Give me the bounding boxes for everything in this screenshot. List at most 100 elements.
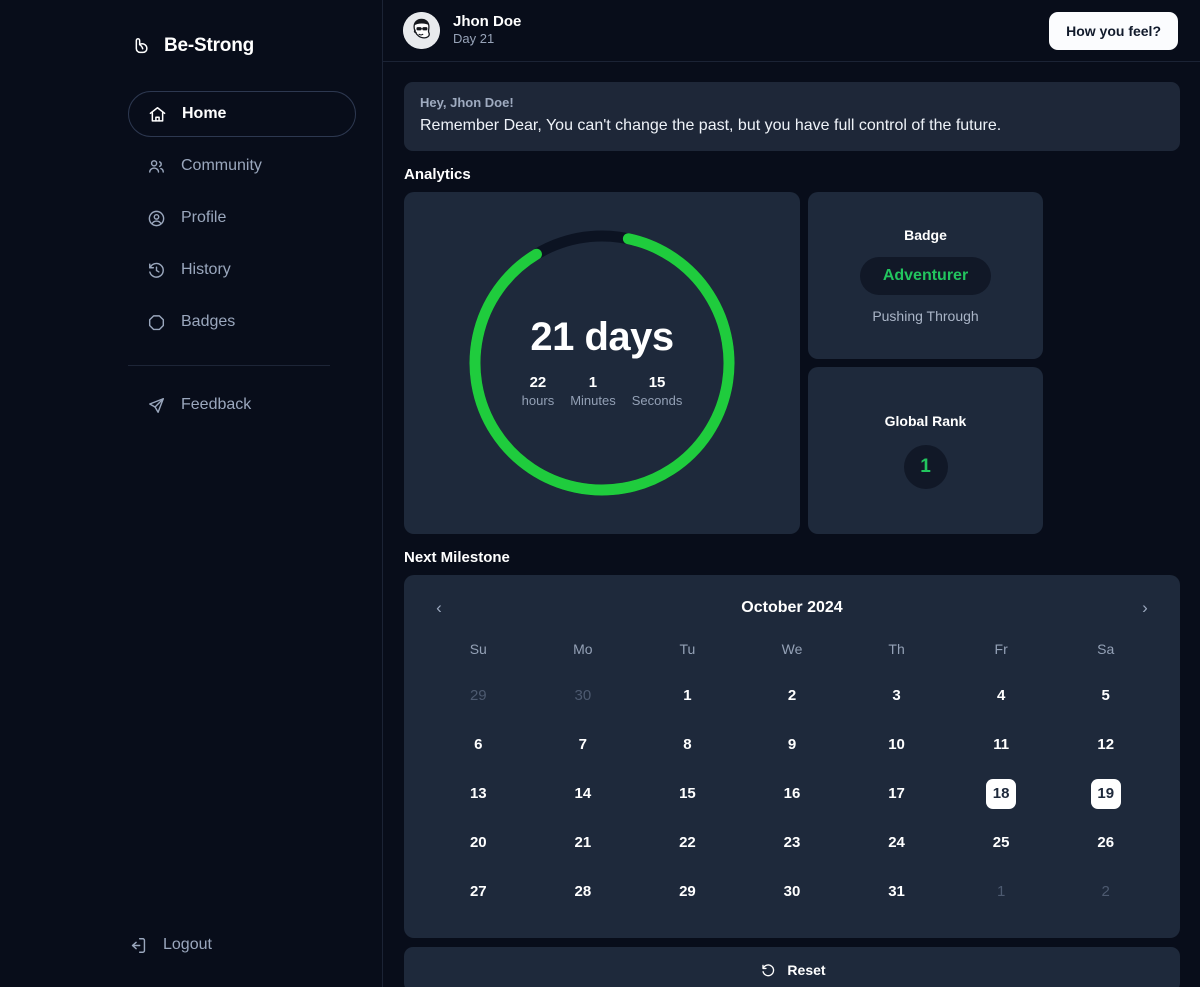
calendar-day[interactable]: 15: [635, 769, 740, 818]
progress-ring: 21 days 22 hours 1 Minutes 15 Seconds: [462, 223, 742, 503]
counter-label: Minutes: [570, 393, 616, 409]
sidebar-item-profile[interactable]: Profile: [128, 195, 356, 241]
calendar-day-label: 16: [783, 785, 801, 802]
calendar-day[interactable]: 26: [1053, 818, 1158, 867]
sidebar-item-home[interactable]: Home: [128, 91, 356, 137]
calendar-day-label: 1: [683, 687, 692, 704]
counter-label: Seconds: [631, 393, 683, 409]
chevron-right-icon[interactable]: ›: [1132, 595, 1158, 621]
chevron-left-icon[interactable]: ‹: [426, 595, 452, 621]
rank-title: Global Rank: [884, 412, 967, 429]
top-bar: Jhon Doe Day 21 How you feel?: [383, 0, 1200, 62]
calendar-day[interactable]: 22: [635, 818, 740, 867]
calendar-day[interactable]: 7: [531, 720, 636, 769]
sidebar-item-history[interactable]: History: [128, 247, 356, 293]
home-icon: [147, 104, 167, 124]
calendar-day[interactable]: 6: [426, 720, 531, 769]
sidebar-item-badges[interactable]: Badges: [128, 299, 356, 345]
calendar-day-label: 2: [1101, 883, 1110, 900]
calendar-day[interactable]: 14: [531, 769, 636, 818]
calendar-day[interactable]: 17: [844, 769, 949, 818]
calendar-day[interactable]: 2: [740, 671, 845, 720]
calendar-days-grid: 29 30 1 2 3 4 5 6 7 8 9 10 11 12 13 14 15 16 17 18 19 20 21 22 2…: [426, 671, 1158, 916]
calendar-day[interactable]: 28: [531, 867, 636, 916]
calendar-day-label: 31: [888, 883, 905, 900]
calendar-day-label: 7: [578, 736, 588, 753]
user-summary[interactable]: Jhon Doe Day 21: [403, 12, 521, 49]
calendar-day-label: 9: [787, 736, 797, 753]
sidebar-item-community[interactable]: Community: [128, 143, 356, 189]
analytics-row: 21 days 22 hours 1 Minutes 15 Seconds Ba…: [404, 192, 1180, 534]
calendar-card: ‹ October 2024 › Su Mo Tu We Th Fr Sa 29 30 1 2 3 4…: [404, 575, 1180, 938]
counter-hours: 22 hours: [522, 374, 555, 410]
user-avatar-sunglasses: [403, 12, 440, 49]
sidebar: Be-Strong Home Community Profile History…: [0, 0, 383, 987]
streak-ring-card: 21 days 22 hours 1 Minutes 15 Seconds: [404, 192, 800, 534]
countdown-counters: 22 hours 1 Minutes 15 Seconds: [522, 374, 683, 410]
streak-days: 21 days: [530, 315, 674, 360]
calendar-day-label: 12: [1097, 736, 1115, 753]
calendar-day-label: 19: [1090, 778, 1121, 809]
calendar-day[interactable]: 29: [426, 671, 531, 720]
calendar-day[interactable]: 31: [844, 867, 949, 916]
calendar-day[interactable]: 9: [740, 720, 845, 769]
calendar-day-label: 18: [986, 778, 1017, 809]
calendar-day[interactable]: 11: [949, 720, 1054, 769]
calendar-day[interactable]: 16: [740, 769, 845, 818]
calendar-day[interactable]: 29: [635, 867, 740, 916]
calendar-day-label: 21: [574, 834, 592, 851]
calendar-weekday-row: Su Mo Tu We Th Fr Sa: [426, 629, 1158, 671]
calendar-weekday: We: [781, 641, 803, 657]
sidebar-item-feedback[interactable]: Feedback: [128, 382, 356, 428]
calendar-weekday: Su: [469, 641, 487, 657]
badge-title: Badge: [904, 227, 947, 243]
calendar-day[interactable]: 8: [635, 720, 740, 769]
sidebar-item-label: Home: [182, 105, 227, 122]
content-area: Hey, Jhon Doe! Remember Dear, You can't …: [383, 62, 1200, 987]
user-circle-icon: [146, 208, 166, 228]
calendar-day-label: 20: [469, 834, 487, 851]
analytics-title: Analytics: [404, 166, 471, 183]
calendar-day[interactable]: 30: [531, 671, 636, 720]
calendar-day[interactable]: 21: [531, 818, 636, 867]
how-you-feel-button[interactable]: How you feel?: [1049, 11, 1178, 50]
calendar-day[interactable]: 27: [426, 867, 531, 916]
counter-minutes: 1 Minutes: [570, 374, 616, 410]
calendar-day-selected[interactable]: 18: [949, 769, 1054, 818]
calendar-day[interactable]: 2: [1053, 867, 1158, 916]
calendar-day[interactable]: 20: [426, 818, 531, 867]
calendar-day-label: 24: [888, 834, 905, 851]
sidebar-item-label: Badges: [181, 313, 236, 330]
logout-button[interactable]: Logout: [128, 927, 230, 963]
calendar-day[interactable]: 30: [740, 867, 845, 916]
ring-center-content: 21 days 22 hours 1 Minutes 15 Seconds: [462, 223, 742, 503]
calendar-day[interactable]: 23: [740, 818, 845, 867]
calendar-day-label: 23: [783, 834, 801, 851]
calendar-day-label: 4: [996, 687, 1006, 704]
calendar-day-selected[interactable]: 19: [1053, 769, 1158, 818]
sidebar-item-label: Feedback: [181, 396, 252, 413]
analytics-side-column: Badge Adventurer Pushing Through Global …: [808, 192, 1043, 534]
calendar-day[interactable]: 10: [844, 720, 949, 769]
calendar-day[interactable]: 1: [949, 867, 1054, 916]
calendar-day[interactable]: 24: [844, 818, 949, 867]
calendar-day[interactable]: 5: [1053, 671, 1158, 720]
brand[interactable]: Be-Strong: [0, 0, 382, 70]
badge-name: Adventurer: [859, 257, 992, 295]
calendar-day-label: 10: [888, 736, 905, 753]
user-name: Jhon Doe: [453, 12, 522, 30]
calendar-day[interactable]: 13: [426, 769, 531, 818]
calendar-day[interactable]: 3: [844, 671, 949, 720]
user-day: Day 21: [453, 31, 495, 47]
calendar-weekday: Th: [888, 641, 905, 657]
calendar-weekday: Mo: [573, 641, 593, 657]
calendar-day-label: 27: [469, 883, 487, 900]
calendar-day[interactable]: 12: [1053, 720, 1158, 769]
calendar-day[interactable]: 4: [949, 671, 1054, 720]
calendar-day-label: 14: [574, 785, 592, 802]
calendar-day-label: 28: [574, 883, 592, 900]
calendar-day[interactable]: 25: [949, 818, 1054, 867]
calendar-day[interactable]: 1: [635, 671, 740, 720]
reset-button[interactable]: Reset: [404, 947, 1180, 987]
sidebar-divider: [128, 365, 330, 366]
